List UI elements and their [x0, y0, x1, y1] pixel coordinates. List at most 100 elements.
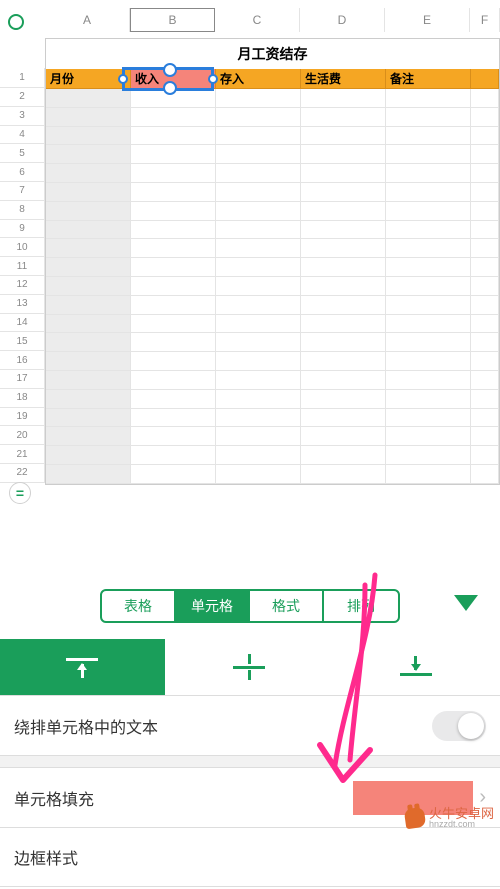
table-row[interactable] [46, 239, 499, 258]
cell[interactable] [216, 127, 301, 146]
cell[interactable] [471, 277, 499, 296]
row-19[interactable]: 19 [0, 408, 45, 427]
row-22[interactable]: 22 [0, 464, 45, 483]
cell[interactable] [131, 427, 216, 446]
cell[interactable] [46, 333, 131, 352]
cell[interactable] [46, 446, 131, 465]
table-row[interactable] [46, 277, 499, 296]
cell[interactable] [131, 239, 216, 258]
row-1[interactable]: 1 [0, 68, 45, 88]
align-middle-button[interactable] [167, 639, 334, 695]
table-row[interactable] [46, 258, 499, 277]
cell[interactable] [131, 465, 216, 484]
align-top-button[interactable] [0, 639, 167, 695]
cell[interactable] [471, 333, 499, 352]
cell[interactable] [131, 202, 216, 221]
cell[interactable] [386, 371, 471, 390]
cell[interactable] [301, 352, 386, 371]
cell[interactable] [46, 427, 131, 446]
cell[interactable] [46, 409, 131, 428]
cell[interactable] [131, 277, 216, 296]
cell[interactable] [471, 221, 499, 240]
table-row[interactable] [46, 202, 499, 221]
cell[interactable] [216, 390, 301, 409]
cell[interactable] [131, 145, 216, 164]
table-row[interactable] [46, 390, 499, 409]
align-bottom-button[interactable] [333, 639, 500, 695]
col-F[interactable]: F [470, 8, 500, 32]
cell[interactable] [301, 89, 386, 108]
cell[interactable] [471, 352, 499, 371]
cell[interactable] [46, 221, 131, 240]
cell[interactable] [46, 352, 131, 371]
row-2[interactable]: 2 [0, 88, 45, 107]
table-row[interactable] [46, 108, 499, 127]
cell[interactable] [301, 427, 386, 446]
cell[interactable] [46, 277, 131, 296]
cell[interactable] [216, 164, 301, 183]
border-style-row[interactable]: 边框样式 [0, 827, 500, 887]
tab-cell[interactable]: 单元格 [176, 591, 250, 621]
cell[interactable] [471, 127, 499, 146]
cell[interactable] [216, 202, 301, 221]
collapse-panel-icon[interactable] [454, 595, 478, 611]
cell[interactable] [471, 202, 499, 221]
cell[interactable] [301, 296, 386, 315]
cell[interactable] [301, 409, 386, 428]
cell[interactable] [471, 239, 499, 258]
table-row[interactable] [46, 221, 499, 240]
col-A[interactable]: A [45, 8, 130, 32]
cell[interactable] [46, 258, 131, 277]
cell[interactable] [386, 333, 471, 352]
cell[interactable] [471, 446, 499, 465]
cell[interactable] [471, 164, 499, 183]
col-C[interactable]: C [215, 8, 300, 32]
row-6[interactable]: 6 [0, 163, 45, 182]
cell[interactable] [131, 296, 216, 315]
cell[interactable] [131, 108, 216, 127]
cell[interactable] [471, 183, 499, 202]
cell[interactable] [471, 258, 499, 277]
cell[interactable] [131, 89, 216, 108]
cell[interactable] [46, 371, 131, 390]
cell[interactable] [216, 371, 301, 390]
row-11[interactable]: 11 [0, 257, 45, 276]
row-7[interactable]: 7 [0, 182, 45, 201]
table-row[interactable] [46, 333, 499, 352]
cell[interactable] [471, 108, 499, 127]
cell[interactable] [386, 127, 471, 146]
grid[interactable]: 月工资结存 月份 收入 存入 生活费 备注 [45, 38, 500, 485]
row-4[interactable]: 4 [0, 126, 45, 145]
cell[interactable] [471, 315, 499, 334]
wrap-text-toggle[interactable] [432, 711, 486, 741]
cell[interactable] [216, 108, 301, 127]
cell[interactable] [131, 183, 216, 202]
header-income[interactable]: 收入 [131, 69, 216, 89]
cell[interactable] [131, 446, 216, 465]
cell[interactable] [131, 409, 216, 428]
header-month[interactable]: 月份 [46, 69, 131, 89]
col-D[interactable]: D [300, 8, 385, 32]
sheet-title[interactable]: 月工资结存 [46, 39, 499, 69]
cell[interactable] [131, 352, 216, 371]
cell[interactable] [301, 277, 386, 296]
cell[interactable] [301, 202, 386, 221]
cell[interactable] [216, 427, 301, 446]
cell[interactable] [386, 258, 471, 277]
cell[interactable] [46, 89, 131, 108]
cell[interactable] [386, 315, 471, 334]
header-remark[interactable]: 备注 [386, 69, 471, 89]
cell[interactable] [216, 333, 301, 352]
cell[interactable] [386, 164, 471, 183]
cell[interactable] [216, 296, 301, 315]
cell[interactable] [131, 127, 216, 146]
cell[interactable] [216, 465, 301, 484]
cell[interactable] [131, 315, 216, 334]
cell[interactable] [46, 390, 131, 409]
row-12[interactable]: 12 [0, 276, 45, 295]
cell[interactable] [471, 371, 499, 390]
table-row[interactable] [46, 164, 499, 183]
row-10[interactable]: 10 [0, 238, 45, 257]
table-row[interactable] [46, 409, 499, 428]
cell[interactable] [131, 390, 216, 409]
